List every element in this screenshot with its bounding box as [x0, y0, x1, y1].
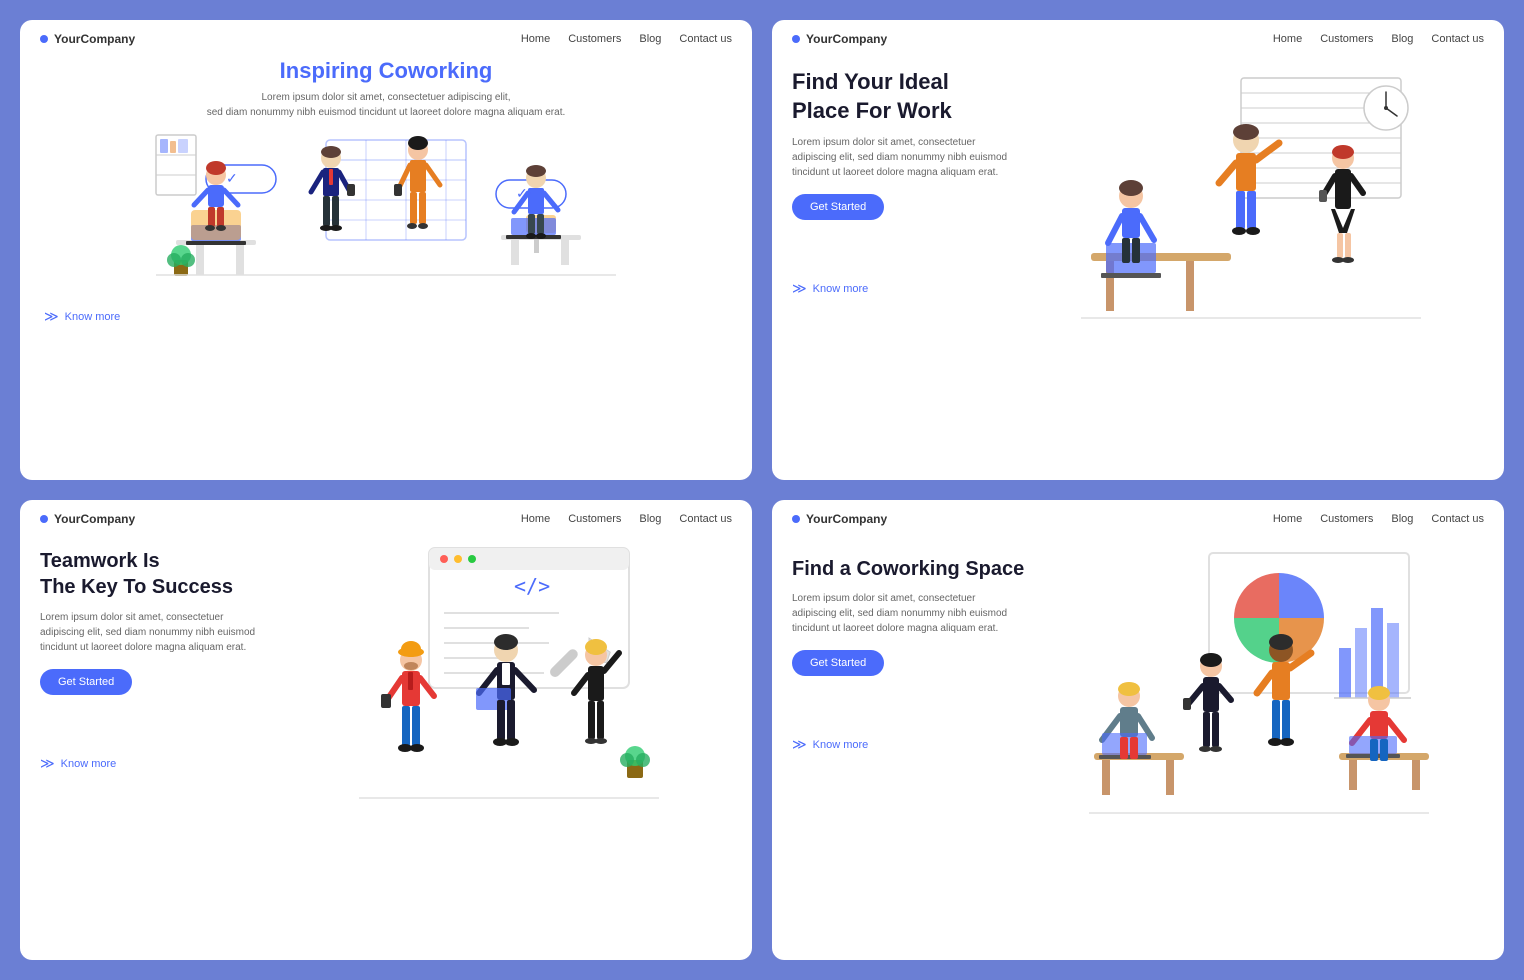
card3-desc: Lorem ipsum dolor sit amet, consectetuer… [40, 610, 255, 655]
card4-body: Find a Coworking Space Lorem ipsum dolor… [772, 538, 1504, 838]
nav-home-3[interactable]: Home [521, 513, 550, 525]
card-teamwork: YourCompany Home Customers Blog Contact … [20, 500, 752, 960]
logo-3: YourCompany [40, 512, 135, 526]
nav-contact-4[interactable]: Contact us [1431, 513, 1484, 525]
logo-text-4: YourCompany [806, 512, 887, 526]
card1-svg: ✓ ✓ [126, 120, 646, 290]
card2-title: Find Your Ideal Place For Work [792, 68, 1007, 125]
card1-know-more[interactable]: ≫ Know more [44, 308, 728, 325]
nav-customers-4[interactable]: Customers [1320, 513, 1373, 525]
card3-know-more[interactable]: ≫ Know more [40, 755, 255, 772]
nav-customers-2[interactable]: Customers [1320, 33, 1373, 45]
card-coworking-space: YourCompany Home Customers Blog Contact … [772, 500, 1504, 960]
chevron-down-icon-3: ≫ [40, 755, 55, 772]
chevron-down-icon-2: ≫ [792, 280, 807, 297]
nav-blog-1[interactable]: Blog [639, 33, 661, 45]
card2-know-more[interactable]: ≫ Know more [792, 280, 1007, 297]
nav-customers-3[interactable]: Customers [568, 513, 621, 525]
nav-contact-3[interactable]: Contact us [679, 513, 732, 525]
nav-contact-2[interactable]: Contact us [1431, 33, 1484, 45]
logo-1: YourCompany [40, 32, 135, 46]
nav-bar-4: YourCompany Home Customers Blog Contact … [772, 500, 1504, 538]
nav-links-2: Home Customers Blog Contact us [1273, 33, 1484, 45]
card2-text: Find Your Ideal Place For Work Lorem ips… [792, 68, 1007, 297]
nav-home-2[interactable]: Home [1273, 33, 1302, 45]
nav-links-1: Home Customers Blog Contact us [521, 33, 732, 45]
card3-cta-button[interactable]: Get Started [40, 669, 132, 695]
card3-text: Teamwork Is The Key To Success Lorem ips… [40, 538, 255, 772]
nav-bar-2: YourCompany Home Customers Blog Contact … [772, 20, 1504, 58]
card4-illustration [1034, 548, 1484, 828]
card3-body: Teamwork Is The Key To Success Lorem ips… [20, 538, 752, 828]
nav-blog-3[interactable]: Blog [639, 513, 661, 525]
nav-home-4[interactable]: Home [1273, 513, 1302, 525]
nav-home-1[interactable]: Home [521, 33, 550, 45]
card2-desc: Lorem ipsum dolor sit amet, consectetuer… [792, 135, 1007, 180]
nav-blog-4[interactable]: Blog [1391, 513, 1413, 525]
svg-text:✓: ✓ [226, 170, 238, 186]
card-inspiring-coworking: YourCompany Home Customers Blog Contact … [20, 20, 752, 480]
card3-title: Teamwork Is The Key To Success [40, 548, 255, 600]
nav-customers-1[interactable]: Customers [568, 33, 621, 45]
card2-svg [1081, 68, 1421, 338]
card1-body: Inspiring Coworking Lorem ipsum dolor si… [20, 58, 752, 341]
card4-svg [1089, 548, 1429, 828]
logo-text-1: YourCompany [54, 32, 135, 46]
nav-bar-3: YourCompany Home Customers Blog Contact … [20, 500, 752, 538]
logo-text-2: YourCompany [806, 32, 887, 46]
nav-links-3: Home Customers Blog Contact us [521, 513, 732, 525]
nav-links-4: Home Customers Blog Contact us [1273, 513, 1484, 525]
logo-dot-3 [40, 515, 48, 523]
card1-title: Inspiring Coworking [44, 58, 728, 84]
card2-cta-button[interactable]: Get Started [792, 194, 884, 220]
logo-dot-4 [792, 515, 800, 523]
card3-svg: </> [329, 538, 669, 818]
svg-text:</>: </> [514, 574, 550, 598]
nav-blog-2[interactable]: Blog [1391, 33, 1413, 45]
card1-illustration: ✓ ✓ [44, 130, 728, 300]
card2-body: Find Your Ideal Place For Work Lorem ips… [772, 58, 1504, 348]
card4-cta-button[interactable]: Get Started [792, 650, 884, 676]
logo-dot-2 [792, 35, 800, 43]
card3-illustration: </> [265, 538, 732, 818]
logo-4: YourCompany [792, 512, 887, 526]
chevron-down-icon-1: ≫ [44, 308, 59, 325]
card1-subtitle: Lorem ipsum dolor sit amet, consectetuer… [44, 90, 728, 120]
logo-dot-1 [40, 35, 48, 43]
card4-text: Find a Coworking Space Lorem ipsum dolor… [792, 548, 1024, 753]
card-find-ideal: YourCompany Home Customers Blog Contact … [772, 20, 1504, 480]
logo-2: YourCompany [792, 32, 887, 46]
nav-contact-1[interactable]: Contact us [679, 33, 732, 45]
card2-illustration [1017, 68, 1484, 338]
nav-bar-1: YourCompany Home Customers Blog Contact … [20, 20, 752, 58]
card4-desc: Lorem ipsum dolor sit amet, consectetuer… [792, 591, 1024, 636]
chevron-down-icon-4: ≫ [792, 736, 807, 753]
card4-know-more[interactable]: ≫ Know more [792, 736, 1024, 753]
card4-title: Find a Coworking Space [792, 558, 1024, 581]
logo-text-3: YourCompany [54, 512, 135, 526]
